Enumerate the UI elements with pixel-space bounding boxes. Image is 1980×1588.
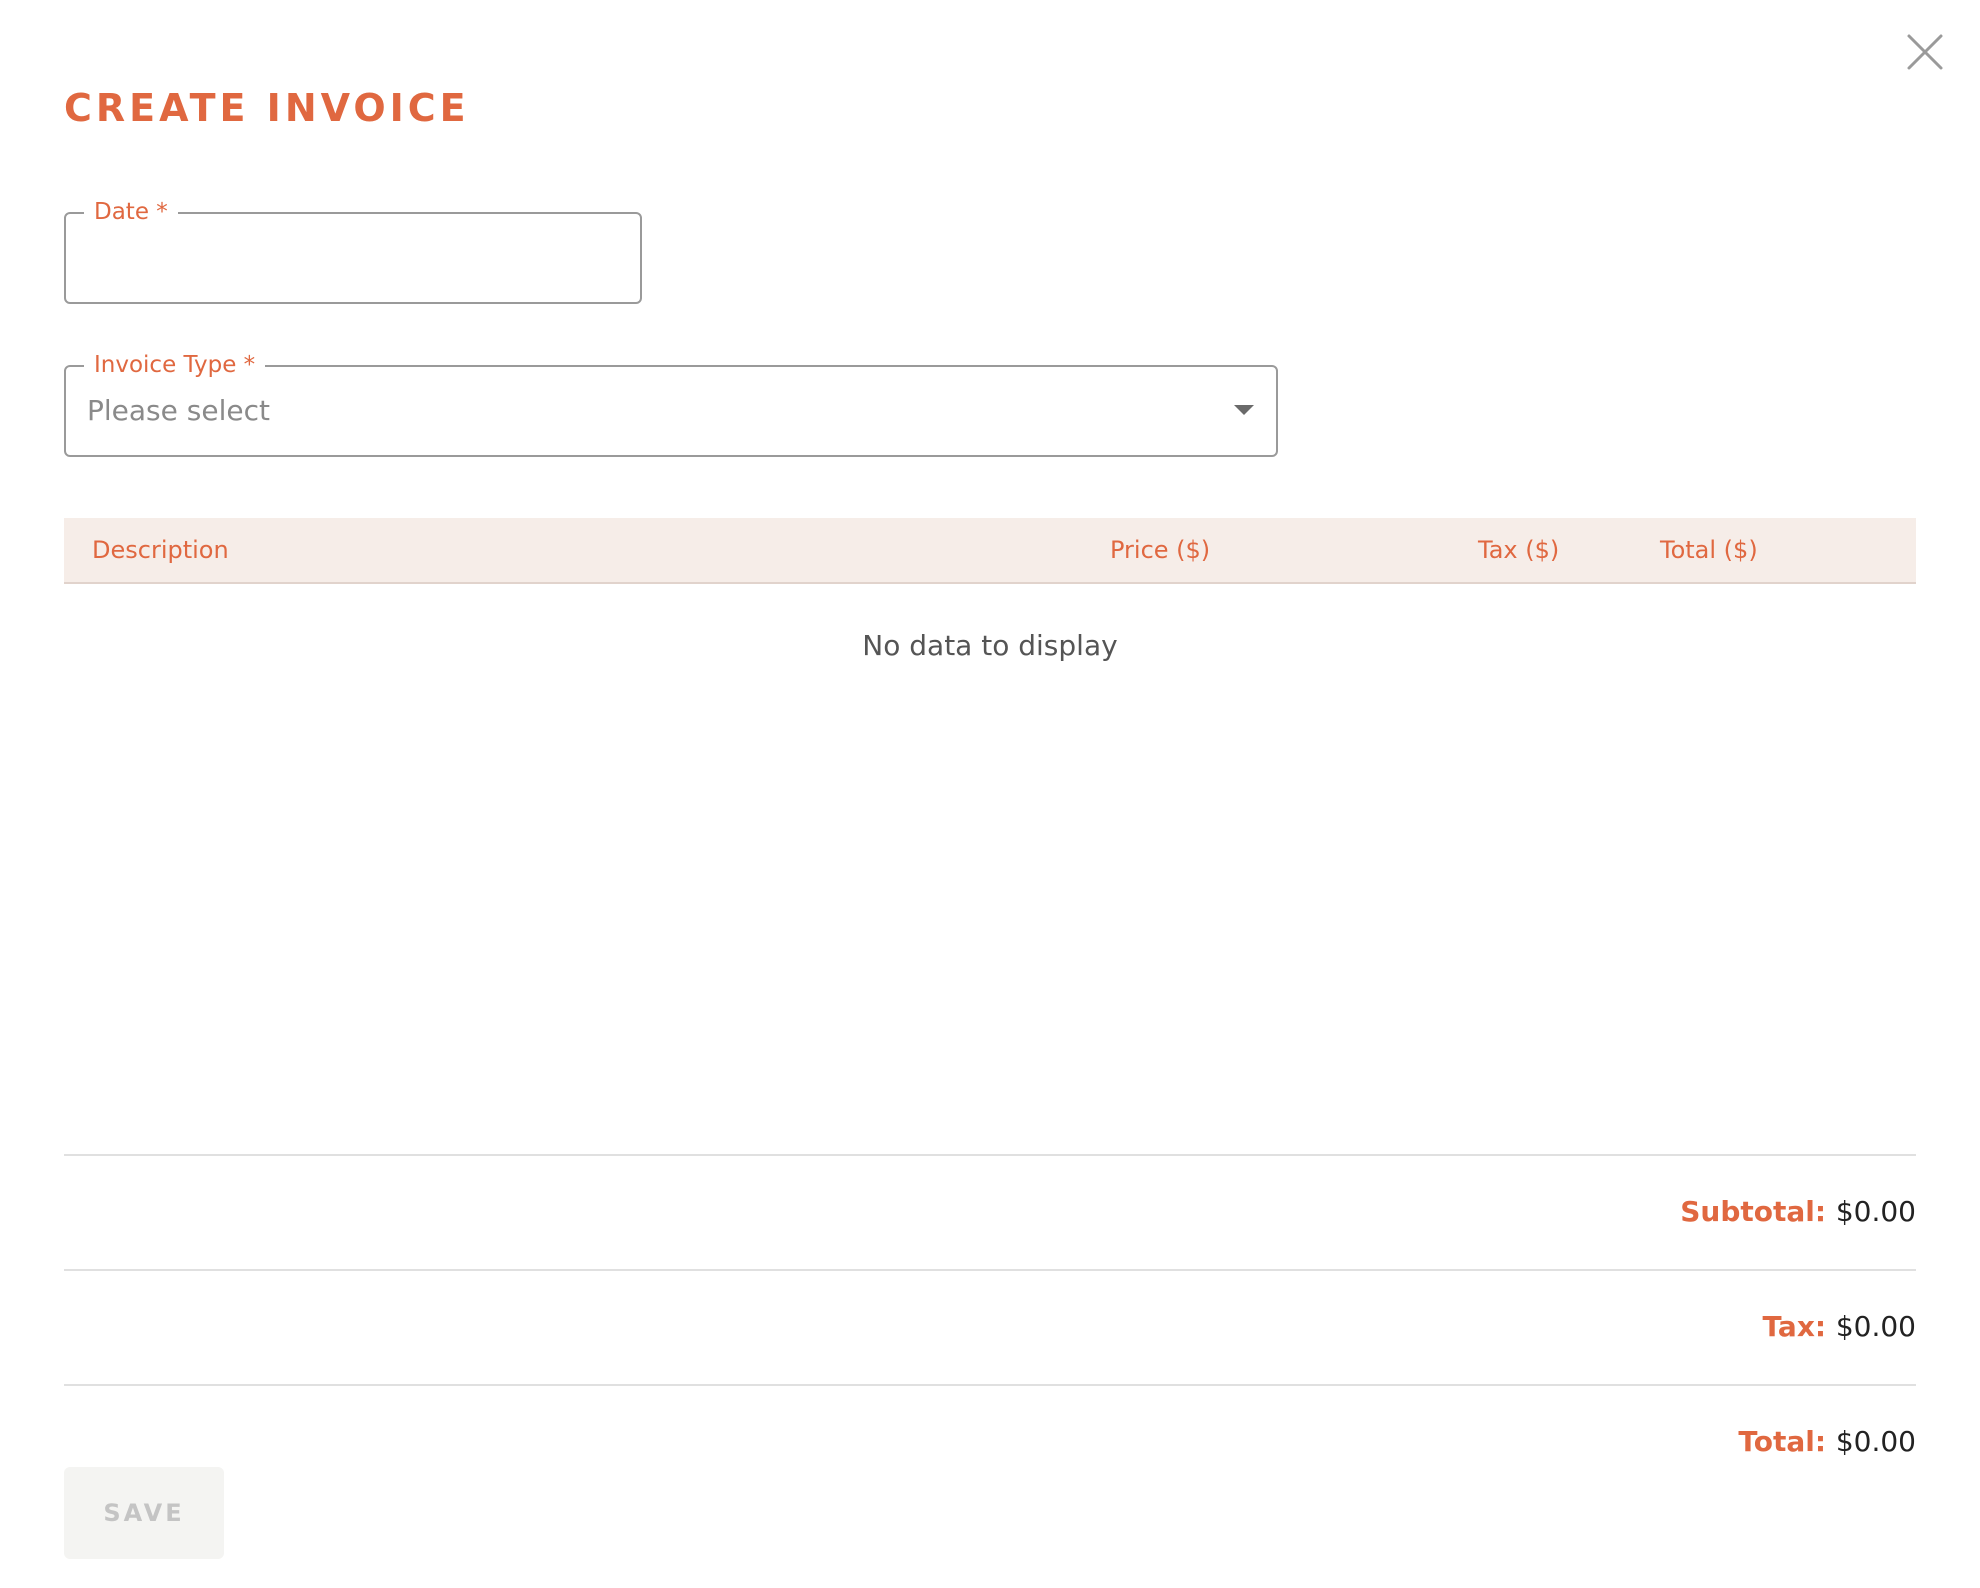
table-header: Description Price ($) Tax ($) Total ($): [64, 518, 1916, 584]
tax-value: $0.00: [1835, 1310, 1916, 1343]
divider: [64, 1384, 1916, 1386]
close-icon: [1907, 34, 1943, 70]
column-header-price: Price ($): [1110, 536, 1211, 564]
date-field[interactable]: Date *: [64, 198, 642, 304]
date-input[interactable]: [86, 240, 620, 282]
save-button[interactable]: SAVE: [64, 1467, 224, 1559]
empty-table-message: No data to display: [862, 629, 1118, 662]
column-header-description: Description: [92, 536, 229, 564]
invoice-type-value: Please select: [87, 394, 270, 427]
total-row: Total: $0.00: [1738, 1424, 1916, 1460]
total-label: Total:: [1738, 1425, 1836, 1458]
divider: [64, 1154, 1916, 1156]
close-button[interactable]: [1905, 32, 1945, 72]
subtotal-label: Subtotal:: [1680, 1195, 1836, 1228]
invoice-type-label: Invoice Type *: [84, 351, 266, 379]
subtotal-value: $0.00: [1835, 1195, 1916, 1228]
create-invoice-dialog: CREATE INVOICE Date * Invoice Type * Ple…: [0, 0, 1980, 1588]
column-header-total: Total ($): [1660, 536, 1758, 564]
subtotal-row: Subtotal: $0.00: [1680, 1194, 1916, 1230]
tax-label: Tax:: [1762, 1310, 1836, 1343]
dialog-title: CREATE INVOICE: [64, 86, 470, 130]
tax-row: Tax: $0.00: [1762, 1309, 1916, 1345]
invoice-type-select[interactable]: Invoice Type * Please select: [64, 351, 1278, 457]
divider: [64, 1269, 1916, 1271]
date-label: Date *: [84, 198, 178, 226]
column-header-tax: Tax ($): [1478, 536, 1560, 564]
chevron-down-icon[interactable]: [1234, 405, 1254, 415]
total-value: $0.00: [1835, 1425, 1916, 1458]
